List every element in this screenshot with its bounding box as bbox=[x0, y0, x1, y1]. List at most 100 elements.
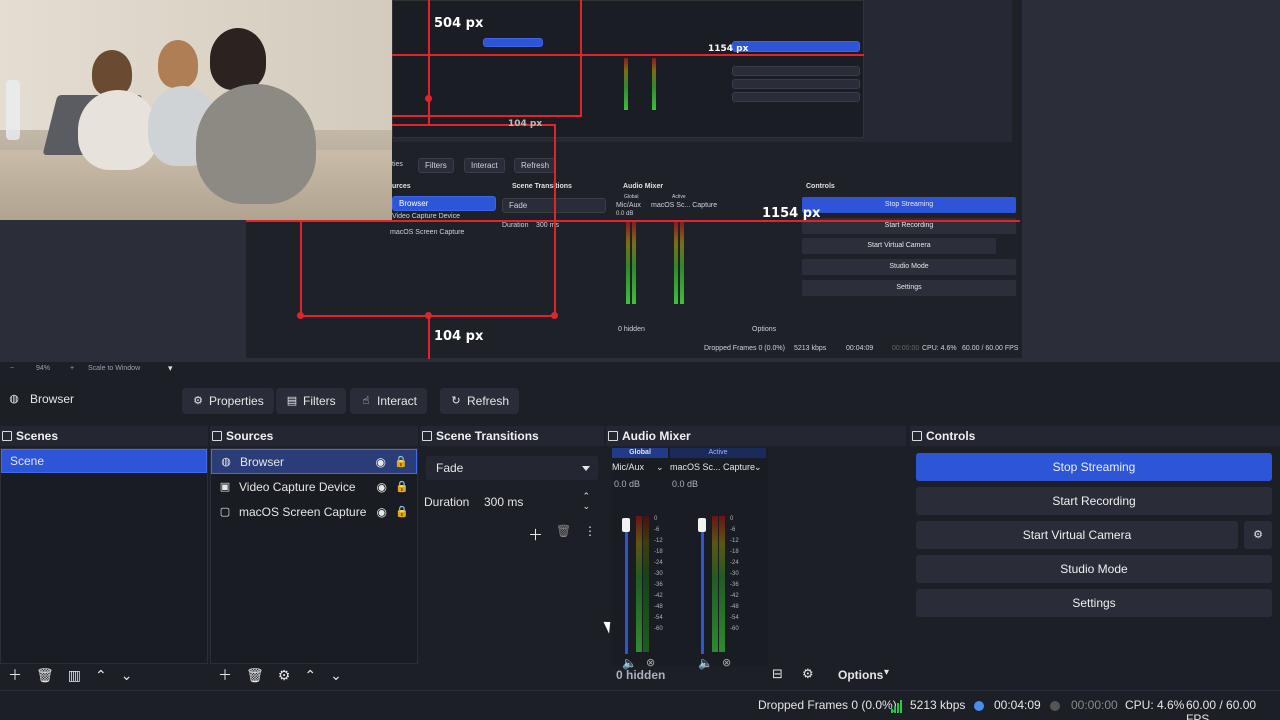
meter-scale: 0 -6 -12 -18 -24 -30 -36 -42 -48 -54 -60 bbox=[730, 514, 739, 635]
layout-icon[interactable]: ⊟ bbox=[772, 666, 783, 682]
transition-select[interactable]: Fade bbox=[426, 456, 598, 480]
mixer-global-tab[interactable]: Global bbox=[612, 448, 668, 458]
measure-label-1154: 1154 px bbox=[762, 206, 821, 221]
mixer-active-tab[interactable]: Active bbox=[670, 448, 766, 458]
add-icon[interactable]: ＋ bbox=[218, 665, 232, 685]
scene-item[interactable]: Scene bbox=[1, 449, 207, 473]
mini-tab-interact: Interact bbox=[464, 158, 505, 173]
trash-icon[interactable]: 🗑 bbox=[556, 524, 571, 538]
zoom-in-icon[interactable]: + bbox=[70, 365, 74, 372]
volume-fader[interactable] bbox=[701, 520, 704, 654]
mini-meter bbox=[680, 222, 684, 304]
dock-float-icon[interactable] bbox=[608, 431, 618, 441]
volume-meter bbox=[643, 516, 649, 652]
webcam-person-head bbox=[210, 28, 266, 90]
advanced-audio-icon[interactable]: ⚙ bbox=[802, 666, 814, 682]
move-down-icon[interactable]: ⌄ bbox=[330, 667, 342, 684]
source-item-screen-capture[interactable]: ▢ macOS Screen Capture ◉ 🔒 bbox=[211, 499, 417, 524]
mini-tab: ties bbox=[392, 161, 403, 168]
dropped-frames: Dropped Frames 0 (0.0%) bbox=[758, 698, 897, 712]
guide-handle bbox=[551, 312, 558, 319]
webcam-person-body bbox=[196, 84, 316, 204]
transitions-dock-title: Scene Transitions bbox=[420, 426, 604, 446]
add-transition-icon[interactable]: ＋ bbox=[528, 524, 543, 545]
duration-value: 300 ms bbox=[484, 495, 524, 509]
audio-mixer-dock: Audio Mixer Global Active Mic/Aux ⌄ macO… bbox=[606, 426, 906, 688]
spin-down-icon[interactable]: ⌄ bbox=[582, 501, 590, 512]
properties-button[interactable]: ⚙ Properties bbox=[182, 388, 274, 414]
move-up-icon[interactable]: ⌃ bbox=[95, 667, 107, 684]
settings-button[interactable]: Settings bbox=[916, 589, 1272, 617]
webcam-bottle bbox=[6, 80, 20, 140]
chevron-down-icon[interactable]: ⌄ bbox=[754, 462, 762, 473]
start-recording-button[interactable]: Start Recording bbox=[916, 487, 1272, 515]
dock-float-icon[interactable] bbox=[2, 431, 12, 441]
start-virtual-camera-button[interactable]: Start Virtual Camera bbox=[916, 521, 1238, 549]
dock-float-icon[interactable] bbox=[912, 431, 922, 441]
volume-fader-handle[interactable] bbox=[622, 518, 630, 532]
stop-streaming-button[interactable]: Stop Streaming bbox=[916, 453, 1272, 481]
eye-icon[interactable]: ◉ bbox=[376, 455, 386, 469]
source-item-video-capture[interactable]: ▣ Video Capture Device ◉ 🔒 bbox=[211, 474, 417, 499]
sources-dock-title: Sources bbox=[210, 426, 418, 446]
audio-mixer-dock-title: Audio Mixer bbox=[606, 426, 906, 446]
filters-button[interactable]: ▤ Filters bbox=[276, 388, 346, 414]
move-down-icon[interactable]: ⌄ bbox=[121, 667, 133, 684]
mini-controls-header: Controls bbox=[806, 183, 835, 190]
add-icon[interactable]: ＋ bbox=[8, 665, 22, 685]
gear-icon[interactable]: ⚙ bbox=[278, 667, 291, 684]
trash-icon[interactable]: 🗑 bbox=[246, 667, 264, 684]
mini-tab-refresh: Refresh bbox=[514, 158, 557, 173]
lock-icon[interactable]: 🔒 bbox=[395, 480, 409, 493]
move-up-icon[interactable]: ⌃ bbox=[304, 667, 316, 684]
scale-mode[interactable]: Scale to Window bbox=[88, 365, 140, 372]
scene-item-label: Scene bbox=[10, 454, 45, 468]
scene-filters-icon[interactable]: ▥ bbox=[68, 667, 81, 684]
meter-tick: -30 bbox=[654, 571, 663, 577]
meter-tick: 0 bbox=[654, 516, 658, 522]
eye-icon[interactable]: ◉ bbox=[377, 480, 387, 494]
trash-icon[interactable]: 🗑 bbox=[36, 667, 54, 684]
studio-mode-button[interactable]: Studio Mode bbox=[916, 555, 1272, 583]
preview-canvas[interactable]: ties Filters Interact Refresh urces Brow… bbox=[0, 0, 1280, 362]
volume-fader-handle[interactable] bbox=[698, 518, 706, 532]
audio-mixer-title: Audio Mixer bbox=[622, 429, 691, 443]
eye-icon[interactable]: ◉ bbox=[377, 505, 387, 519]
mini-source-video: Video Capture Device bbox=[392, 213, 460, 220]
globe-icon: ◍ bbox=[9, 393, 19, 405]
mini-stop-streaming: Stop Streaming bbox=[802, 197, 1016, 213]
properties-label: Properties bbox=[209, 394, 264, 408]
selected-source: ◍ Browser bbox=[8, 392, 74, 406]
volume-meter bbox=[636, 516, 642, 652]
meter-tick: -48 bbox=[730, 604, 739, 610]
chevron-down-icon[interactable]: ▾ bbox=[168, 363, 173, 374]
lock-icon[interactable]: 🔒 bbox=[395, 505, 409, 518]
mixer-options-button[interactable]: Options bbox=[838, 668, 883, 682]
scenes-footer: ＋ 🗑 ▥ ⌃ ⌄ bbox=[0, 662, 208, 688]
dock-float-icon[interactable] bbox=[212, 431, 222, 441]
guide-handle bbox=[425, 95, 432, 102]
dock-float-icon[interactable] bbox=[422, 431, 432, 441]
volume-meter bbox=[712, 516, 718, 652]
more-vertical-icon[interactable]: ⋮ bbox=[584, 524, 596, 538]
meter-tick: -24 bbox=[730, 560, 739, 566]
zoom-level: 94% bbox=[36, 365, 51, 372]
scenes-dock: Scenes Scene ＋ 🗑 ▥ ⌃ ⌄ bbox=[0, 426, 208, 688]
gear-icon: ⚙ bbox=[1253, 529, 1263, 541]
virtual-camera-settings-button[interactable]: ⚙ bbox=[1244, 521, 1272, 549]
guide-line bbox=[428, 0, 430, 126]
transitions-title: Scene Transitions bbox=[436, 429, 539, 443]
chevron-down-icon[interactable]: ▾ bbox=[884, 667, 889, 678]
mini-settings: Settings bbox=[802, 280, 1016, 296]
interact-button[interactable]: ☝ Interact bbox=[350, 388, 428, 414]
measure-label-104-inner: 104 px bbox=[508, 119, 543, 129]
chevron-down-icon[interactable]: ⌄ bbox=[656, 462, 664, 473]
mixer-footer: 0 hidden ⊟ ⚙ Options ▾ bbox=[606, 662, 906, 688]
volume-fader[interactable] bbox=[625, 520, 628, 654]
duration-spinbox[interactable]: 300 ms ⌃ ⌄ bbox=[474, 490, 598, 514]
refresh-button[interactable]: ↻ Refresh bbox=[440, 388, 520, 414]
zoom-out-icon[interactable]: − bbox=[10, 365, 14, 372]
zoom-bar: − 94% + Scale to Window ▾ bbox=[0, 362, 1280, 378]
source-item-browser[interactable]: ◍ Browser ◉ 🔒 bbox=[211, 449, 417, 474]
lock-icon[interactable]: 🔒 bbox=[394, 455, 408, 468]
